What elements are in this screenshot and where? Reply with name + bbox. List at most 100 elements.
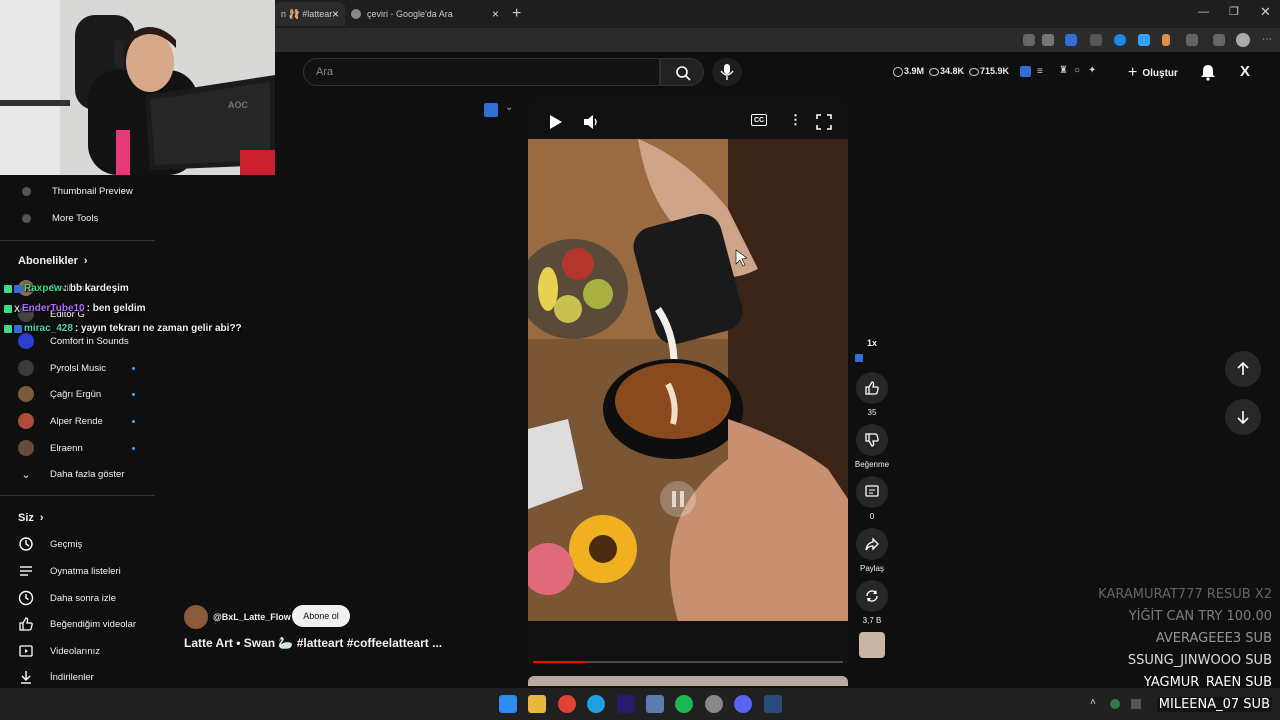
iq-extension-icon[interactable] (484, 103, 498, 117)
tray-chevron-icon[interactable]: ˄ (1090, 697, 1096, 708)
audio-thumbnail[interactable] (859, 632, 885, 658)
progress-fill (533, 661, 586, 663)
settings-icon[interactable] (1213, 34, 1225, 46)
list-icon[interactable]: ≡ (1037, 66, 1043, 77)
sidebar-item-downloads[interactable]: İndirilenler (0, 664, 155, 690)
chat-bubble-icon[interactable]: ○ (1074, 65, 1080, 76)
fullscreen-icon[interactable] (816, 114, 832, 130)
sidebar-item-subscription[interactable]: Elraenn (0, 435, 155, 461)
sidebar-item-label: İndirilenler (50, 671, 94, 683)
microphone-icon (720, 64, 734, 80)
windows-start-icon[interactable] (499, 695, 517, 713)
remix-button[interactable] (856, 580, 888, 612)
extension-icon[interactable] (1114, 34, 1126, 46)
volume-icon[interactable] (581, 113, 599, 131)
profile-avatar[interactable] (1236, 33, 1250, 47)
avatar (18, 440, 34, 456)
steam-icon[interactable] (764, 695, 782, 713)
sidebar-item-subscription[interactable]: Pyrolsl Music (0, 355, 155, 381)
search-button[interactable] (660, 58, 704, 86)
captions-icon[interactable]: CC (751, 114, 767, 126)
previous-short-button[interactable] (1225, 351, 1261, 387)
sidebar-item-label: Geçmiş (50, 538, 83, 550)
you-header[interactable]: Siz › (18, 512, 44, 524)
extension-icon[interactable] (1138, 34, 1150, 46)
maximize-icon[interactable]: ❐ (1229, 5, 1239, 18)
sidebar-item-label: Elraenn (50, 442, 83, 454)
avatar (18, 333, 34, 349)
sparkle-icon[interactable]: ✦ (1088, 65, 1096, 76)
file-explorer-icon[interactable] (528, 695, 546, 713)
search-icon (676, 66, 691, 81)
x-social-icon[interactable]: X (1240, 63, 1250, 80)
chat-message: X EnderTube10 : ben geldim (4, 303, 146, 314)
minimize-icon[interactable]: — (1198, 6, 1209, 18)
clock-icon (18, 590, 34, 606)
discord-icon[interactable] (734, 695, 752, 713)
tab-google-search[interactable]: çeviri - Google'da Ara × (345, 2, 505, 26)
chat-badge-icon (4, 284, 12, 293)
subscriptions-header[interactable]: Abonelikler › (18, 255, 88, 267)
notifications-bell-icon[interactable] (1199, 63, 1217, 81)
sidebar-item-more-tools[interactable]: More Tools (0, 205, 155, 231)
chevron-down-icon[interactable]: ⌄ (505, 102, 513, 113)
sidebar-item-subscription[interactable]: Alper Rende (0, 408, 155, 434)
sub-alert: SSUNG_JINWOOO SUB (1127, 653, 1272, 668)
tray-app-icon[interactable] (1110, 699, 1120, 709)
latte-art-video-frame (528, 139, 848, 621)
sidebar-item-playlists[interactable]: Oynatma listeleri (0, 558, 155, 584)
sidebar-item-show-more[interactable]: ⌄ Daha fazla göster (0, 461, 155, 487)
video-title[interactable]: Latte Art • Swan 🦢 #latteart #coffeelatt… (184, 636, 442, 650)
premiere-pro-icon[interactable] (617, 695, 635, 713)
sidebar-item-history[interactable]: Geçmiş (0, 531, 155, 557)
sidebar-item-watch-later[interactable]: Daha sonra izle (0, 585, 155, 611)
thumbs-down-icon (865, 433, 879, 447)
tray-app-icon[interactable] (1131, 699, 1141, 709)
chrome-icon[interactable] (558, 695, 576, 713)
edge-icon[interactable] (587, 695, 605, 713)
comments-button[interactable] (856, 476, 888, 508)
channel-avatar[interactable] (184, 605, 208, 629)
playback-speed[interactable]: 1x (863, 338, 881, 348)
like-button[interactable] (856, 372, 888, 404)
close-tab-icon[interactable]: × (332, 7, 339, 21)
close-window-icon[interactable]: ✕ (1260, 4, 1271, 20)
thumbs-up-icon (865, 381, 879, 395)
next-short-button[interactable] (1225, 399, 1261, 435)
sidebar-item-thumbnail-preview[interactable]: Thumbnail Preview (0, 178, 155, 204)
chat-badge-icon (14, 324, 22, 333)
extension-icon[interactable] (1090, 34, 1102, 46)
chat-badge-icon (4, 304, 12, 313)
subscribe-button[interactable]: Abone ol (292, 605, 350, 627)
extensions-puzzle-icon[interactable] (1186, 34, 1198, 46)
share-button[interactable] (856, 528, 888, 560)
channel-name[interactable]: @BxL_Latte_Flow (213, 605, 291, 629)
close-tab-icon[interactable]: × (492, 7, 499, 21)
extension-icon[interactable] (1023, 34, 1035, 46)
translate-icon[interactable] (1065, 34, 1077, 46)
app-icon[interactable] (646, 695, 664, 713)
new-tab-icon[interactable]: + (512, 5, 521, 23)
next-short-preview[interactable] (528, 676, 848, 686)
trophy-icon[interactable]: ♜ (1059, 65, 1068, 76)
favorite-star-icon[interactable] (1042, 34, 1054, 46)
create-button[interactable]: + Oluştur (1128, 62, 1178, 84)
chat-username: EnderTube10 (22, 303, 85, 314)
dislike-button[interactable] (856, 424, 888, 456)
search-input[interactable]: Ara (303, 58, 660, 86)
thumbs-up-icon (19, 617, 33, 631)
webcam-overlay: AOC (0, 0, 275, 175)
sidebar-item-subscription[interactable]: Çağrı Ergün (0, 381, 155, 407)
sidebar-item-liked-videos[interactable]: Beğendiğim videolar (0, 611, 155, 637)
more-options-icon[interactable]: ⋮ (789, 112, 802, 128)
plus-icon: + (1128, 64, 1138, 81)
play-button[interactable] (546, 113, 564, 131)
sidebar-item-your-videos[interactable]: Videolarınız (0, 638, 155, 664)
extension-icon[interactable] (1162, 34, 1170, 46)
spotify-icon[interactable] (675, 695, 693, 713)
voice-search-button[interactable] (712, 58, 742, 86)
iq-extension-icon[interactable] (1020, 66, 1031, 77)
more-menu-icon[interactable]: ⋯ (1262, 34, 1272, 45)
tab-latteart[interactable]: n 🩰 #latteart × (275, 2, 345, 26)
app-icon[interactable] (705, 695, 723, 713)
